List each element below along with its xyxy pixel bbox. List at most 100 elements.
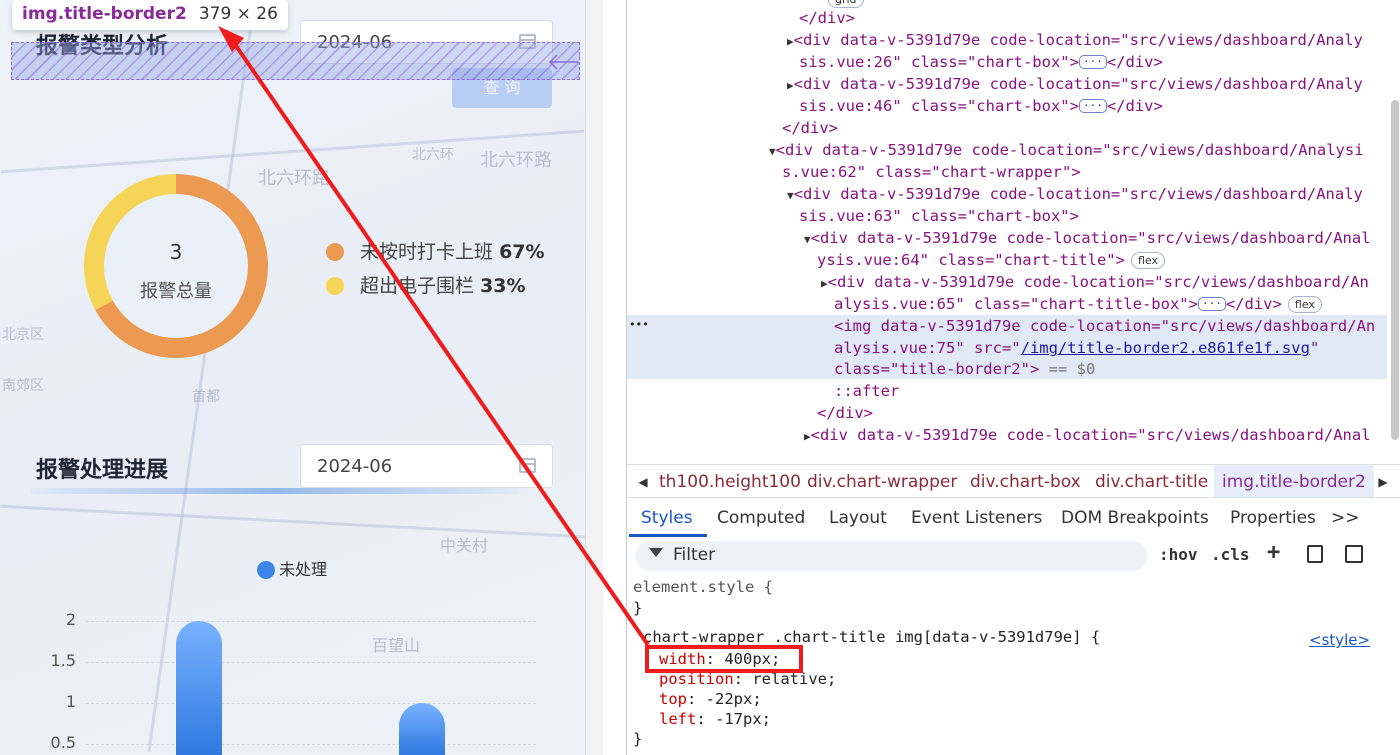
date-picker-progress[interactable]: 2024-06 <box>300 444 553 488</box>
dom-scrollbar[interactable] <box>1391 100 1399 440</box>
breadcrumb: ◀ th100.height100 div.chart-wrapper div.… <box>627 464 1400 498</box>
crumb-left-arrow[interactable]: ◀ <box>631 471 655 493</box>
bar[interactable] <box>399 702 445 755</box>
legend-pct: 33% <box>480 275 526 297</box>
dom-node[interactable]: ▶<div data-v-5391d79e code-location="src… <box>804 424 1371 445</box>
tab-properties[interactable]: Properties <box>1230 508 1316 528</box>
new-rule-icon[interactable]: + <box>1267 540 1280 565</box>
expand-ellipsis[interactable]: ··· <box>1078 55 1107 69</box>
styles-tabbar: Styles Computed Layout Event Listeners D… <box>627 498 1400 538</box>
crumb-right-arrow[interactable]: ▶ <box>1371 471 1395 493</box>
alarm-progress-title: 报警处理进展 <box>36 458 169 483</box>
filter-placeholder: Filter <box>673 545 716 565</box>
dom-node[interactable]: ▼<div data-v-5391d79e code-location="src… <box>804 227 1371 251</box>
date-value: 2024-06 <box>317 456 393 477</box>
css-prop-top[interactable]: top: -22px; <box>659 689 762 709</box>
dom-node[interactable]: ▶<div data-v-5391d79e code-location="src… <box>821 271 1369 295</box>
donut-total: 3 <box>169 240 183 264</box>
style-source-link[interactable]: <style> <box>1309 631 1370 649</box>
flex-badge[interactable]: flex <box>1287 296 1322 313</box>
cls-toggle[interactable]: .cls <box>1211 545 1250 564</box>
sidebar-toggle-icon[interactable] <box>1345 545 1363 563</box>
rule-close: } <box>633 599 643 617</box>
row-menu-dots[interactable]: ••• <box>629 314 649 336</box>
legend-label: 未按时打卡上班 <box>360 241 494 263</box>
crumb-item[interactable]: div.chart-box <box>970 472 1081 492</box>
filter-input[interactable]: Filter <box>635 541 1147 571</box>
dom-line: </div> <box>817 404 873 422</box>
expand-ellipsis[interactable]: ··· <box>1078 99 1107 113</box>
dom-line: alysis.vue:75" src="/img/title-border2.e… <box>834 339 1320 357</box>
crumb-item-current[interactable]: img.title-border2 <box>1214 465 1374 497</box>
css-prop-left[interactable]: left: -17px; <box>659 709 771 729</box>
dom-line: ysis.vue:64" class="chart-title"> flex <box>817 249 1165 271</box>
resize-arrow-icon <box>548 54 578 70</box>
donut-chart <box>84 174 268 358</box>
dom-node[interactable]: ▼<div data-v-5391d79e code-location="src… <box>769 139 1364 163</box>
filter-icon <box>649 548 663 557</box>
legend-dot <box>326 277 344 295</box>
dom-line: alysis.vue:65" class="chart-title-box"> ·… <box>834 293 1322 315</box>
grid-line <box>86 621 536 622</box>
dom-node[interactable]: ▼<div data-v-5391d79e code-location="src… <box>787 183 1363 207</box>
hov-toggle[interactable]: :hov <box>1159 545 1198 564</box>
bar-legend[interactable]: 未处理 <box>257 556 327 580</box>
y-tick: 0.5 <box>50 733 76 752</box>
tooltip-selector: img.title-border2 <box>22 4 187 24</box>
dom-node[interactable]: ▶<div data-v-5391d79e code-location="src… <box>787 29 1363 53</box>
flex-badge[interactable]: flex <box>1130 252 1165 269</box>
pane-divider[interactable] <box>585 0 603 755</box>
title-border <box>30 488 520 494</box>
dom-line: </div> <box>782 119 838 137</box>
calendar-icon <box>519 458 536 473</box>
map-label: 百望山 <box>372 636 421 655</box>
tab-computed[interactable]: Computed <box>717 508 805 528</box>
dom-node-selected[interactable]: <img data-v-5391d79e code-location="src/… <box>834 315 1375 337</box>
tabs-overflow-icon[interactable]: >> <box>1331 508 1360 528</box>
css-selector[interactable]: chart-wrapper .chart-title img[data-v-53… <box>643 627 1100 647</box>
expand-ellipsis[interactable]: ··· <box>1197 297 1226 311</box>
crumb-item[interactable]: div.chart-title <box>1095 472 1208 492</box>
crumb-item[interactable]: th100.height100 <box>659 472 801 492</box>
dom-line: s.vue:62" class="chart-wrapper"> <box>782 163 1081 181</box>
legend-label: 超出电子围栏 <box>360 275 475 297</box>
bar-legend-label: 未处理 <box>279 560 328 579</box>
crumb-item[interactable]: div.chart-wrapper <box>807 472 957 492</box>
map-label: 南郊区 <box>2 378 44 394</box>
legend-pct: 67% <box>499 241 545 263</box>
img-src-link[interactable]: /img/title-border2.e861fe1f.svg <box>1021 339 1310 357</box>
devtools-panel: grid </div> ▶<div data-v-5391d79e code-l… <box>626 0 1400 755</box>
tab-event-listeners[interactable]: Event Listeners <box>911 508 1042 528</box>
page-preview: 北六环路 北六环路 北六环 南郊区 北京区 首都 中关村 百望山 报警类型分析 … <box>0 0 585 755</box>
rule-close: } <box>633 730 643 748</box>
grid-line <box>86 703 536 704</box>
dom-line: sis.vue:46" class="chart-box"> ··· </div> <box>799 97 1163 115</box>
y-tick: 2 <box>65 610 76 629</box>
element-style-rule[interactable]: element.style { <box>633 577 773 597</box>
dom-line: </div> <box>799 9 855 27</box>
dom-line: class="title-border2"> == $0 <box>834 360 1096 378</box>
pane-gutter <box>603 0 626 755</box>
tooltip-size: 379 × 26 <box>198 4 278 24</box>
legend-item[interactable]: 超出电子围栏 33% <box>326 271 526 298</box>
pseudo-after[interactable]: ::after <box>834 380 899 402</box>
map-road <box>0 504 585 539</box>
tab-layout[interactable]: Layout <box>829 508 887 528</box>
tab-styles[interactable]: Styles <box>641 508 693 528</box>
y-tick: 1.5 <box>50 651 76 670</box>
dom-node[interactable]: ▶<div data-v-5391d79e code-location="src… <box>787 73 1363 97</box>
paint-icon[interactable] <box>1307 545 1323 563</box>
map-label: 北六环路 <box>480 150 552 171</box>
active-tab-indicator <box>629 534 707 537</box>
map-label: 北京区 <box>2 327 44 343</box>
tab-dom-breakpoints[interactable]: DOM Breakpoints <box>1061 508 1209 528</box>
map-label: 北六环 <box>412 147 454 163</box>
map-label: 中关村 <box>440 536 489 555</box>
bar[interactable] <box>176 621 222 755</box>
annotation-red-box <box>645 645 803 673</box>
grid-line <box>86 662 536 663</box>
dom-line: sis.vue:26" class="chart-box"> ··· </div> <box>799 53 1163 71</box>
highlighted-element-overlay <box>11 42 580 80</box>
y-tick: 1 <box>65 692 76 711</box>
legend-item[interactable]: 未按时打卡上班 67% <box>326 237 545 264</box>
